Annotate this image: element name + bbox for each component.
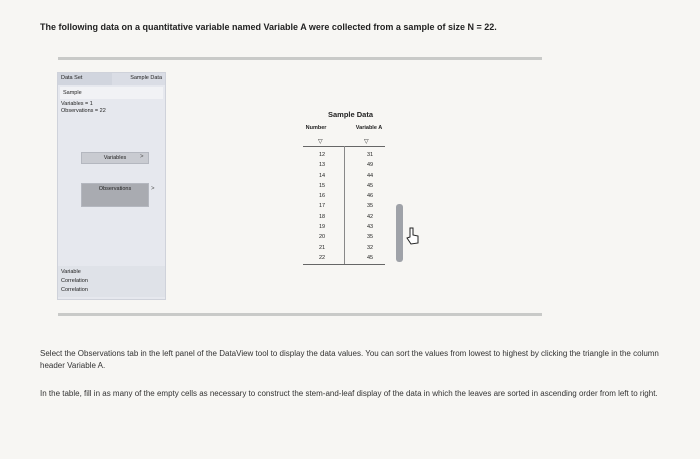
row-number: 21 (318, 244, 326, 251)
data-table-title: Sample Data (328, 110, 374, 119)
dataview-left-panel: Data Set Sample Data Sample Variables = … (57, 72, 166, 300)
variable-link[interactable]: Variable (61, 268, 162, 277)
row-value: 49 (366, 162, 374, 169)
row-value: 35 (366, 234, 374, 241)
tab-data-set[interactable]: Data Set (58, 73, 112, 85)
table-scrollbar[interactable] (396, 204, 403, 262)
row-value: 43 (366, 224, 374, 231)
row-number: 14 (318, 172, 326, 179)
row-value: 46 (366, 193, 374, 200)
row-number: 13 (318, 162, 326, 169)
row-number: 17 (318, 203, 326, 210)
row-value: 44 (366, 172, 374, 179)
variables-button[interactable]: Variables (81, 152, 149, 164)
row-number: 18 (318, 213, 326, 220)
column-header-variable-a: Variable A (355, 125, 383, 131)
sort-number-icon[interactable]: ▽ (318, 138, 323, 145)
column-divider (344, 146, 345, 264)
correlation-link-1[interactable]: Correlation (61, 277, 162, 286)
observations-count: Observations = 22 (61, 108, 106, 114)
row-number: 16 (318, 193, 326, 200)
variable-a-column: 31 49 44 45 46 35 42 43 35 32 45 (362, 150, 378, 263)
row-number: 20 (318, 234, 326, 241)
correlation-link-2[interactable]: Correlation (61, 286, 162, 295)
panel-links: Variable Correlation Correlation (58, 266, 165, 297)
row-value: 45 (366, 182, 374, 189)
row-value: 31 (366, 152, 374, 158)
row-value: 45 (366, 254, 374, 261)
number-column: 12 13 14 15 16 17 18 19 20 21 22 (314, 150, 330, 263)
row-number: 22 (318, 254, 326, 261)
top-divider (58, 57, 542, 60)
instruction-sort: Select the Observations tab in the left … (40, 349, 659, 370)
tab-sample-data[interactable]: Sample Data (111, 73, 165, 85)
row-value: 32 (366, 244, 374, 251)
column-header-number: Number (305, 125, 327, 131)
hand-cursor-icon (406, 227, 419, 245)
sample-label: Sample (60, 87, 163, 99)
intro-text: The following data on a quantitative var… (40, 22, 497, 32)
instruction-stem-leaf: In the table, fill in as many of the emp… (40, 389, 658, 398)
row-value: 35 (366, 203, 374, 210)
observations-button[interactable]: Observations (81, 183, 149, 207)
row-number: 12 (318, 152, 326, 158)
row-number: 15 (318, 182, 326, 189)
observations-arrow-icon: > (151, 186, 155, 192)
row-value: 42 (366, 213, 374, 220)
sort-variable-a-icon[interactable]: ▽ (364, 138, 369, 145)
bottom-divider (58, 313, 542, 316)
variables-arrow-icon: > (140, 154, 144, 160)
panel-tabs: Data Set Sample Data (58, 73, 165, 85)
table-bottom-line (303, 264, 385, 265)
row-number: 19 (318, 224, 326, 231)
variables-count: Variables = 1 (61, 101, 93, 107)
